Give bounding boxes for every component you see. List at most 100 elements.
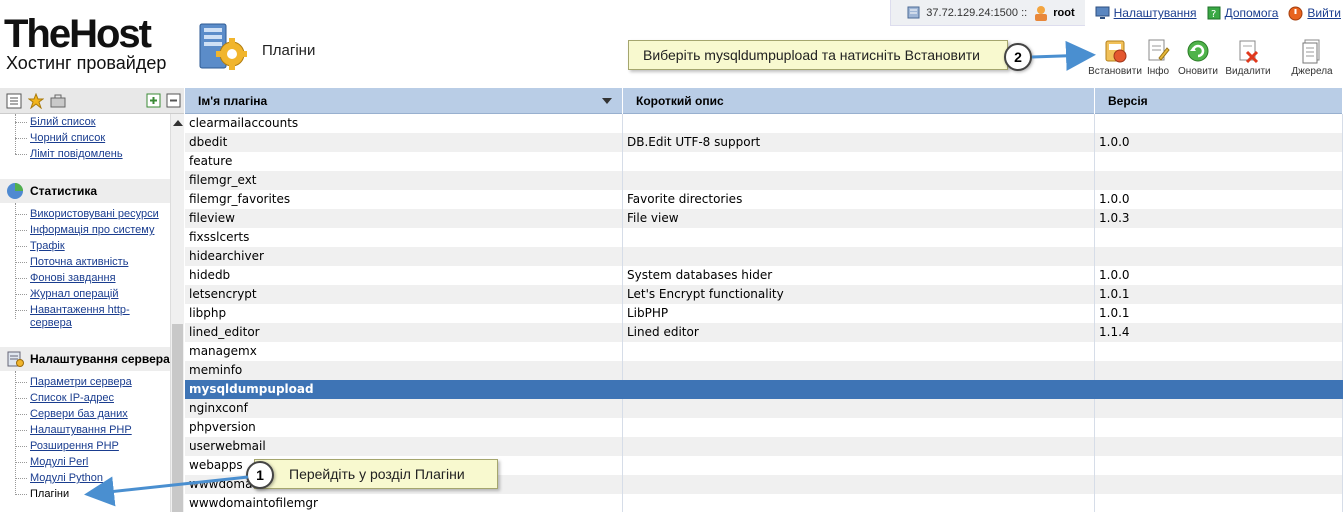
cell-version: 1.0.0 xyxy=(1095,190,1343,209)
menu-system-info[interactable]: Інформація про систему xyxy=(30,224,154,236)
cell-description xyxy=(623,437,1095,456)
favorites-star-icon[interactable] xyxy=(28,93,44,109)
cell-description xyxy=(623,228,1095,247)
cell-plugin-name: phpversion xyxy=(185,418,623,437)
menu-python-modules[interactable]: Модулі Python xyxy=(30,472,103,484)
toolbar: Встановити Інфо Оновити Видалити Джерела xyxy=(1087,38,1337,77)
help-icon: ? xyxy=(1207,6,1221,20)
update-button[interactable]: Оновити xyxy=(1173,38,1223,77)
sources-button[interactable]: Джерела xyxy=(1287,38,1337,77)
cell-description: Lined editor xyxy=(623,323,1095,342)
section-statistics[interactable]: Статистика xyxy=(0,179,170,203)
cell-description: Favorite directories xyxy=(623,190,1095,209)
menu-traffic[interactable]: Трафік xyxy=(30,240,65,252)
power-icon xyxy=(1288,6,1303,20)
table-row[interactable]: hidearchiver xyxy=(185,247,1343,266)
sort-descending-icon[interactable] xyxy=(602,98,612,104)
settings-link[interactable]: Налаштування xyxy=(1095,6,1197,20)
menu-php-settings[interactable]: Налаштування PHP xyxy=(30,424,132,436)
cell-plugin-name: nginxconf xyxy=(185,399,623,418)
table-row[interactable]: hidedb System databases hider 1.0.0 xyxy=(185,266,1343,285)
scrollbar-thumb[interactable] xyxy=(172,324,183,512)
install-button[interactable]: Встановити xyxy=(1087,38,1143,77)
sidebar-scrollbar[interactable] xyxy=(170,114,184,512)
menu-blacklist[interactable]: Чорний список xyxy=(30,132,105,144)
cell-plugin-name: meminfo xyxy=(185,361,623,380)
table-row[interactable]: fixsslcerts xyxy=(185,228,1343,247)
plugins-module-icon xyxy=(199,23,247,70)
logout-label: Вийти xyxy=(1307,6,1341,20)
menu-used-resources[interactable]: Використовувані ресурси xyxy=(30,208,159,220)
menu-ip-list[interactable]: Список IP-адрес xyxy=(30,392,114,404)
menu-current-activity[interactable]: Поточна активність xyxy=(30,256,128,268)
current-user: root xyxy=(1053,6,1075,19)
cell-description xyxy=(623,171,1095,190)
statistics-pie-icon xyxy=(7,183,23,199)
list-view-icon[interactable] xyxy=(6,93,22,109)
cell-description xyxy=(623,456,1095,475)
table-row[interactable]: filemgr_favorites Favorite directories 1.0… xyxy=(185,190,1343,209)
logo-tagline: Хостинг провайдер xyxy=(6,53,167,73)
menu-plugins[interactable]: Плагіни xyxy=(30,488,69,500)
column-description-label: Короткий опис xyxy=(636,94,724,108)
cell-version xyxy=(1095,437,1343,456)
cell-version xyxy=(1095,247,1343,266)
table-row[interactable]: dbedit DB.Edit UTF-8 support 1.0.0 xyxy=(185,133,1343,152)
cell-version xyxy=(1095,380,1343,399)
cell-plugin-name: filemgr_ext xyxy=(185,171,623,190)
table-row[interactable]: letsencrypt Let's Encrypt functionality 1.… xyxy=(185,285,1343,304)
logo-brand: TheHost xyxy=(4,12,152,56)
expand-all-icon[interactable] xyxy=(146,93,162,109)
delete-label: Видалити xyxy=(1225,66,1271,77)
table-row[interactable]: meminfo xyxy=(185,361,1343,380)
section-server-settings[interactable]: Налаштування сервера xyxy=(0,347,170,371)
delete-button[interactable]: Видалити xyxy=(1223,38,1273,77)
cell-plugin-name: letsencrypt xyxy=(185,285,623,304)
cell-version xyxy=(1095,342,1343,361)
sources-label: Джерела xyxy=(1291,66,1333,77)
table-row[interactable]: lined_editor Lined editor 1.1.4 xyxy=(185,323,1343,342)
cell-plugin-name: libphp xyxy=(185,304,623,323)
table-row[interactable]: mysqldumpupload xyxy=(185,380,1343,399)
table-row[interactable]: feature xyxy=(185,152,1343,171)
menu-http-load[interactable]: Навантаження http- xyxy=(30,304,130,316)
logout-link[interactable]: Вийти xyxy=(1288,6,1341,21)
table-header: Ім'я плагіна Короткий опис Версія xyxy=(185,88,1343,114)
cell-description: File view xyxy=(623,209,1095,228)
table-row[interactable]: nginxconf xyxy=(185,399,1343,418)
logo[interactable]: TheHost Хостинг провайдер xyxy=(4,14,184,72)
menu-server-params[interactable]: Параметри сервера xyxy=(30,376,132,388)
menu-background-tasks[interactable]: Фонові завдання xyxy=(30,272,116,284)
table-row[interactable]: managemx xyxy=(185,342,1343,361)
scroll-up-arrow[interactable] xyxy=(173,120,183,126)
menu-whitelist[interactable]: Білий список xyxy=(30,116,96,128)
menu-operations-log[interactable]: Журнал операцій xyxy=(30,288,119,300)
cell-description xyxy=(623,399,1095,418)
cell-plugin-name: fixsslcerts xyxy=(185,228,623,247)
table-row[interactable]: phpversion xyxy=(185,418,1343,437)
menu-db-servers[interactable]: Сервери баз даних xyxy=(30,408,128,420)
table-row[interactable]: userwebmail xyxy=(185,437,1343,456)
menu-message-limit[interactable]: Ліміт повідомлень xyxy=(30,148,123,160)
menu-http-load-line2[interactable]: сервера xyxy=(30,317,72,329)
menu-perl-modules[interactable]: Модулі Perl xyxy=(30,456,88,468)
briefcase-icon[interactable] xyxy=(50,93,66,109)
cell-version: 1.0.3 xyxy=(1095,209,1343,228)
table-row[interactable]: filemgr_ext xyxy=(185,171,1343,190)
table-row[interactable]: clearmailaccounts xyxy=(185,114,1343,133)
info-button[interactable]: Інфо xyxy=(1143,38,1173,77)
table-row[interactable]: libphp LibPHP 1.0.1 xyxy=(185,304,1343,323)
help-link[interactable]: ? Допомога xyxy=(1207,6,1278,20)
sidebar-toolbar xyxy=(0,88,184,114)
cell-plugin-name: hidedb xyxy=(185,266,623,285)
column-plugin-name[interactable]: Ім'я плагіна xyxy=(185,88,623,114)
table-row[interactable]: fileview File view 1.0.3 xyxy=(185,209,1343,228)
cell-plugin-name: userwebmail xyxy=(185,437,623,456)
column-version[interactable]: Версія xyxy=(1095,88,1343,114)
table-row[interactable]: wwwdomaintofilemgr xyxy=(185,494,1343,512)
collapse-all-icon[interactable] xyxy=(166,93,182,109)
session-info: 37.72.129.24:1500 :: root xyxy=(890,0,1085,26)
column-description[interactable]: Короткий опис xyxy=(623,88,1095,114)
menu-php-extensions[interactable]: Розширення PHP xyxy=(30,440,119,452)
cell-description xyxy=(623,114,1095,133)
